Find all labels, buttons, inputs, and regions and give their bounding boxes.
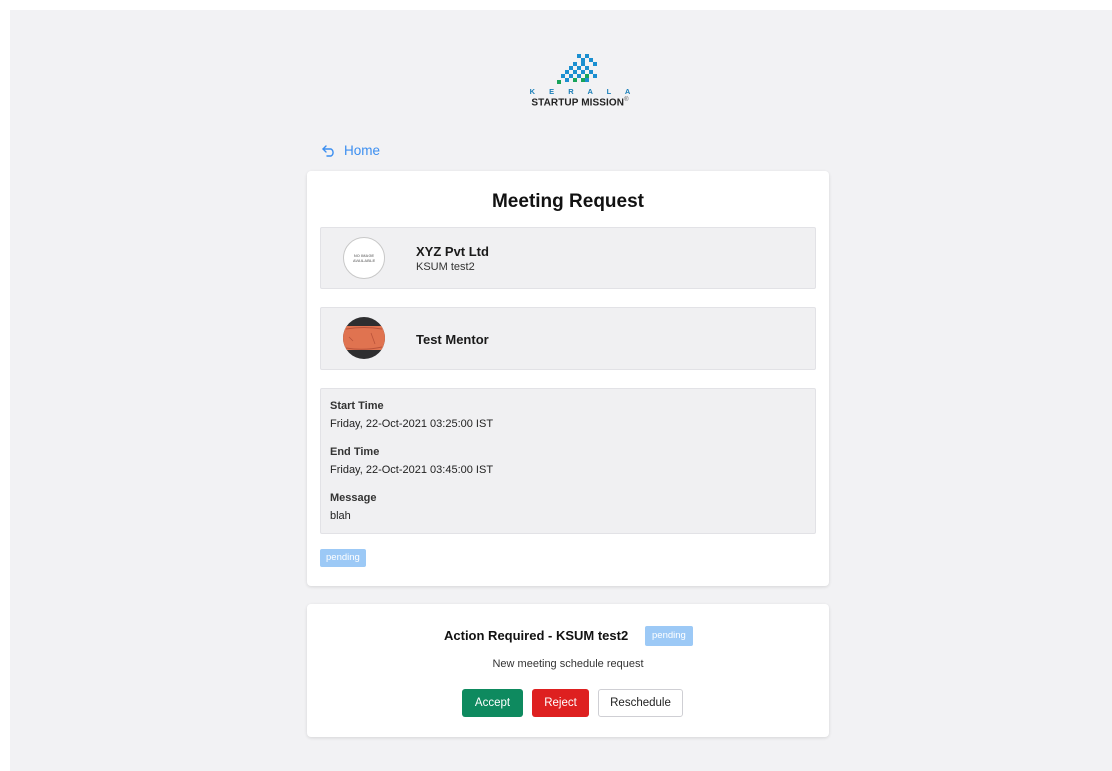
meeting-details-panel: Start Time Friday, 22-Oct-2021 03:25:00 …	[320, 388, 816, 534]
back-arrow-icon	[322, 144, 334, 157]
action-subtitle: New meeting schedule request	[492, 658, 644, 670]
home-link-label: Home	[344, 143, 381, 158]
mentor-avatar	[343, 317, 385, 359]
action-card: Action Required - KSUM test2 pending New…	[307, 604, 829, 737]
checkered-flag-logo-icon	[557, 54, 597, 84]
company-subtitle: KSUM test2	[416, 261, 475, 273]
mentor-name: Test Mentor	[416, 332, 489, 347]
start-time-value: Friday, 22-Oct-2021 03:25:00 IST	[330, 418, 494, 430]
end-time-label: End Time	[330, 446, 380, 458]
message-value: blah	[330, 510, 351, 522]
end-time-value: Friday, 22-Oct-2021 03:45:00 IST	[330, 464, 494, 476]
accept-button[interactable]: Accept	[462, 689, 523, 717]
brand-line1: K E R A L A	[529, 87, 637, 96]
mentor-photo	[343, 317, 385, 359]
reschedule-button[interactable]: Reschedule	[598, 689, 683, 717]
status-badge: pending	[320, 549, 366, 567]
company-panel: NO IMAGE AVAILABLE XYZ Pvt Ltd KSUM test…	[320, 227, 816, 289]
action-title: Action Required - KSUM test2	[444, 628, 629, 643]
ksum-logo[interactable]: K E R A L A STARTUP MISSION®	[515, 52, 645, 127]
page-title: Meeting Request	[491, 191, 645, 212]
meeting-request-card: Meeting Request NO IMAGE AVAILABLE XYZ P…	[307, 171, 829, 586]
home-link[interactable]: Home	[322, 143, 380, 158]
brand-line2: STARTUP MISSION®	[531, 97, 629, 109]
message-label: Message	[330, 492, 377, 504]
company-name: XYZ Pvt Ltd	[416, 244, 489, 259]
action-status-badge: pending	[645, 626, 693, 646]
page-background: K E R A L A STARTUP MISSION® Home Meetin…	[10, 10, 1112, 771]
company-avatar: NO IMAGE AVAILABLE	[343, 237, 385, 279]
no-image-placeholder: NO IMAGE AVAILABLE	[352, 253, 376, 263]
mentor-panel: Test Mentor	[320, 307, 816, 370]
reject-button[interactable]: Reject	[532, 689, 589, 717]
start-time-label: Start Time	[330, 400, 384, 412]
